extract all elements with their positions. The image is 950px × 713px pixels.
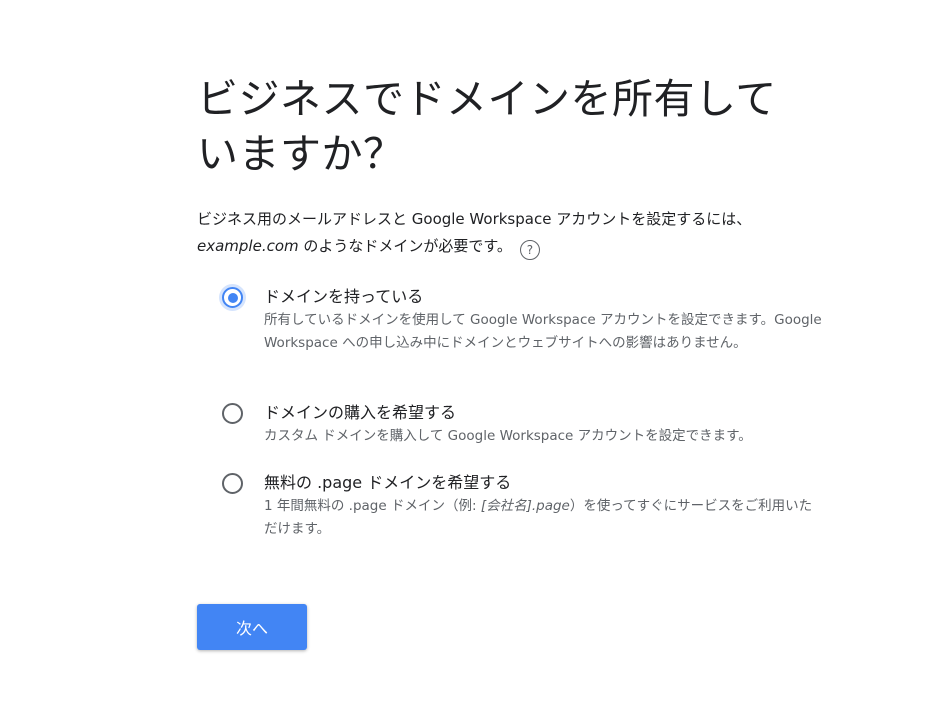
option-description: 1 年間無料の .page ドメイン（例: [会社名].page）を使ってすぐに… bbox=[264, 495, 824, 541]
option-label[interactable]: ドメインの購入を希望する bbox=[264, 401, 456, 425]
page-title: ビジネスでドメインを所有していますか？ bbox=[197, 75, 777, 178]
radio-free-page-domain[interactable] bbox=[222, 473, 243, 494]
example-page-domain: [会社名].page bbox=[480, 498, 570, 514]
intro-line-2: のようなドメインが必要です。 bbox=[298, 237, 512, 255]
intro-description: ビジネス用のメールアドレスと Google Workspace アカウントを設定… bbox=[197, 206, 837, 260]
help-icon[interactable]: ? bbox=[519, 240, 540, 260]
option-description: 所有しているドメインを使用して Google Workspace アカウントを設… bbox=[264, 312, 822, 351]
page: ビジネスでドメインを所有していますか？ ビジネス用のメールアドレスと Googl… bbox=[0, 0, 950, 713]
next-button[interactable]: 次へ bbox=[197, 604, 307, 650]
option-label[interactable]: ドメインを持っている bbox=[264, 285, 423, 309]
option-label[interactable]: 無料の .page ドメインを希望する bbox=[264, 471, 511, 495]
option-description: カスタム ドメインを購入して Google Workspace アカウントを設定… bbox=[264, 428, 752, 444]
option-description-pre: 1 年間無料の .page ドメイン（例: bbox=[264, 498, 481, 514]
radio-have-domain[interactable] bbox=[222, 287, 243, 308]
example-domain: example.com bbox=[197, 237, 299, 255]
intro-line-1: ビジネス用のメールアドレスと Google Workspace アカウントを設定… bbox=[197, 210, 752, 228]
radio-buy-domain[interactable] bbox=[222, 403, 243, 424]
